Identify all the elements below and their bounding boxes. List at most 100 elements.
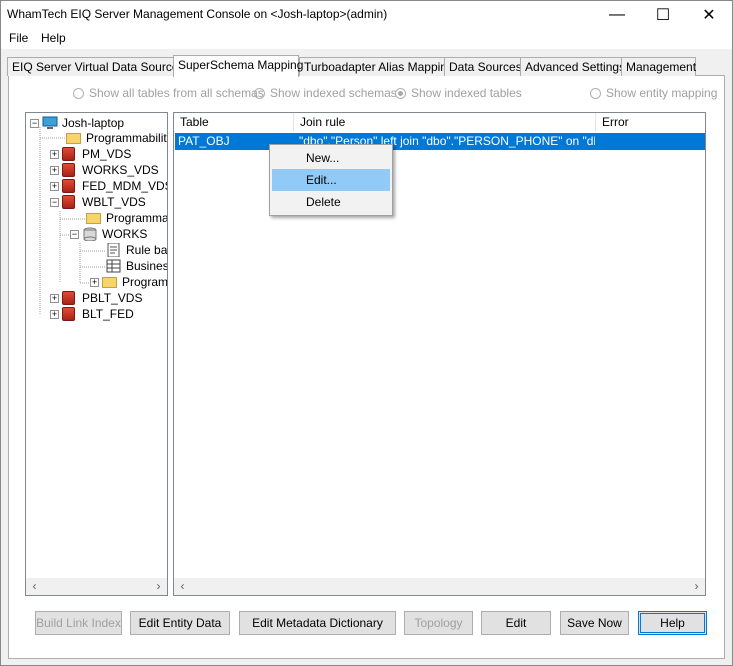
option-show-indexed-tables[interactable]: Show indexed tables [395, 86, 522, 100]
context-menu-edit[interactable]: Edit... [272, 169, 390, 191]
context-menu: New... Edit... Delete [269, 144, 393, 216]
tree-item[interactable]: − WORKS [70, 226, 147, 242]
edit-button[interactable]: Edit [481, 611, 551, 635]
option-label: Show entity mapping [606, 86, 718, 100]
option-show-indexed-schemas[interactable]: Show indexed schemas [254, 86, 397, 100]
tree-item-label: WORKS_VDS [82, 163, 159, 177]
radio-icon [254, 87, 265, 99]
edit-metadata-dictionary-button[interactable]: Edit Metadata Dictionary [239, 611, 396, 635]
expand-icon[interactable]: + [50, 293, 59, 303]
option-show-entity-mapping[interactable]: Show entity mapping [590, 86, 717, 100]
collapse-icon[interactable]: − [70, 229, 79, 239]
minimize-button[interactable]: — [594, 1, 640, 29]
tree-item[interactable]: + WORKS_VDS [50, 162, 159, 178]
database-icon [62, 163, 78, 177]
tab-management[interactable]: Management [621, 57, 696, 76]
main-window: WhamTech EIQ Server Management Console o… [0, 0, 733, 666]
tree-item-label: WBLT_VDS [82, 195, 146, 209]
expand-icon[interactable]: + [50, 309, 59, 319]
database-icon [62, 179, 78, 193]
option-label: Show indexed tables [411, 86, 522, 100]
scroll-right-icon[interactable]: › [688, 578, 705, 595]
tab-eiq-server-virtual-data-sources[interactable]: EIQ Server Virtual Data Sources [7, 57, 185, 76]
minimize-icon: — [609, 6, 625, 23]
expand-icon[interactable]: + [90, 277, 99, 287]
menu-help[interactable]: Help [41, 31, 66, 45]
expand-icon[interactable]: + [50, 165, 59, 175]
expand-icon[interactable]: + [50, 149, 59, 159]
collapse-icon[interactable]: − [50, 197, 59, 207]
table-horizontal-scrollbar[interactable] [174, 578, 705, 595]
tree-item[interactable]: + PM_VDS [50, 146, 131, 162]
mapping-table[interactable]: Table Join rule Error PAT_OBJ "dbo"."Per… [173, 112, 706, 596]
tree-item[interactable]: + FED_MDM_VDS [50, 178, 168, 194]
scroll-left-icon[interactable]: ‹ [26, 578, 43, 595]
tree-item-label: Busines [126, 259, 168, 273]
tree-item-label: Programmability [106, 211, 168, 225]
document-icon [106, 242, 122, 258]
server-icon [82, 227, 98, 242]
tab-superschema-mapping[interactable]: SuperSchema Mapping [173, 55, 303, 77]
option-show-all-tables[interactable]: Show all tables from all schemas [73, 86, 264, 100]
database-icon [62, 195, 78, 209]
database-icon [62, 307, 78, 321]
tree-item-label: WORKS [102, 227, 148, 241]
tree-item-label: BLT_FED [82, 307, 134, 321]
database-icon [62, 291, 78, 305]
table-icon [106, 259, 122, 273]
menu-bar: File Help [1, 29, 732, 49]
radio-icon [73, 87, 84, 99]
tree-item[interactable]: Programmability [66, 130, 168, 146]
radio-checked-icon [395, 87, 406, 99]
tree-item-label: Program [122, 275, 168, 289]
context-menu-new[interactable]: New... [272, 147, 390, 169]
context-menu-delete[interactable]: Delete [272, 191, 390, 213]
tree-item-label: PBLT_VDS [82, 291, 143, 305]
edit-entity-data-button[interactable]: Edit Entity Data [130, 611, 230, 635]
maximize-icon: ☐ [655, 7, 671, 24]
tree-horizontal-scrollbar[interactable] [26, 578, 167, 595]
option-label: Show indexed schemas [270, 86, 397, 100]
column-header-table[interactable]: Table [174, 113, 294, 131]
tree-item-label: Rule ba [126, 243, 168, 257]
tree-item[interactable]: − WBLT_VDS [50, 194, 146, 210]
computer-icon [42, 116, 58, 130]
column-header-error[interactable]: Error [596, 113, 705, 131]
build-link-index-button[interactable]: Build Link Index [35, 611, 122, 635]
column-header-join-rule[interactable]: Join rule [294, 113, 596, 131]
folder-icon [66, 131, 82, 145]
scroll-right-icon[interactable]: › [150, 578, 167, 595]
table-row[interactable]: PAT_OBJ "dbo"."Person" left join "dbo"."… [175, 133, 705, 150]
tab-data-sources[interactable]: Data Sources [444, 57, 522, 76]
collapse-icon[interactable]: − [30, 118, 39, 128]
tree-root[interactable]: − Josh-laptop [30, 115, 124, 131]
menu-file[interactable]: File [9, 31, 28, 45]
tree-item[interactable]: Busines [106, 258, 168, 274]
tree-item-label: FED_MDM_VDS [82, 179, 168, 193]
close-icon: ✕ [702, 7, 716, 24]
tree-root-label: Josh-laptop [62, 116, 125, 130]
database-icon [62, 147, 78, 161]
tree-item[interactable]: Rule ba [106, 242, 167, 258]
save-now-button[interactable]: Save Now [560, 611, 629, 635]
maximize-button[interactable]: ☐ [640, 1, 686, 29]
expand-icon[interactable]: + [50, 181, 59, 191]
option-label: Show all tables from all schemas [89, 86, 264, 100]
scroll-left-icon[interactable]: ‹ [174, 578, 191, 595]
folder-icon [102, 275, 118, 289]
tree-item[interactable]: + Program [90, 274, 168, 290]
tree-item[interactable]: + BLT_FED [50, 306, 134, 322]
tree-item[interactable]: + PBLT_VDS [50, 290, 142, 306]
title-bar: WhamTech EIQ Server Management Console o… [1, 1, 732, 29]
tab-advanced-settings[interactable]: Advanced Settings [520, 57, 625, 76]
tab-turboadapter-alias-mapping[interactable]: Turboadapter Alias Mapping [299, 57, 454, 76]
tree-item-label: Programmability [86, 131, 168, 145]
help-button[interactable]: Help [638, 611, 707, 635]
cell-table: PAT_OBJ [178, 134, 230, 148]
schema-tree[interactable]: − Josh-laptop Programmability + PM_VDS +… [25, 112, 168, 596]
close-button[interactable]: ✕ [686, 1, 732, 29]
folder-icon [86, 211, 102, 225]
tree-item[interactable]: Programmability [86, 210, 168, 226]
window-title: WhamTech EIQ Server Management Console o… [7, 7, 388, 21]
topology-button[interactable]: Topology [404, 611, 473, 635]
